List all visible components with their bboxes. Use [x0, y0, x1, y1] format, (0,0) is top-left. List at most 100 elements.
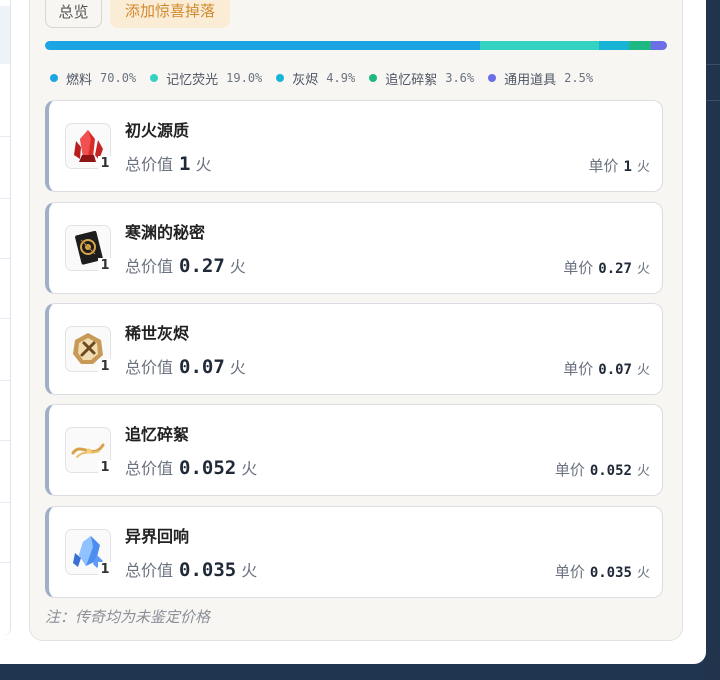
legend-percent: 2.5%	[564, 71, 594, 85]
legend-dot	[50, 74, 58, 82]
category-legend: 燃料 70.0% 记忆荧光 19.0% 灰烬 4.9% 追忆碎絮 3.6% 通用道具 2.5%	[50, 68, 668, 88]
item-count: 1	[98, 258, 112, 274]
category-share-bar	[45, 41, 667, 50]
background-divider	[706, 64, 720, 65]
currency-label: 火	[636, 363, 650, 378]
currency-label: 火	[636, 464, 650, 479]
side-list-divider	[0, 562, 10, 563]
item-count: 1	[98, 562, 112, 578]
unit-label: 单价	[554, 563, 585, 581]
currency-label: 火	[636, 262, 650, 277]
legend-name: 灰烬	[292, 72, 319, 88]
item-total-value: 总价值 1 火	[125, 151, 211, 175]
item-count: 1	[98, 156, 112, 172]
side-list-panel	[0, 0, 11, 636]
legend-dot	[276, 74, 285, 82]
share-segment	[480, 41, 599, 50]
unit-amount: 0.052	[589, 463, 632, 479]
item-unit-price: 单价 0.27 火	[563, 257, 650, 278]
item-unit-price: 单价 1 火	[589, 155, 650, 176]
total-label: 总价值	[125, 459, 174, 478]
total-amount: 1	[179, 153, 191, 175]
unit-amount: 0.035	[589, 565, 632, 581]
item-total-value: 总价值 0.052 火	[125, 455, 257, 479]
item-icon-frame: 1	[65, 427, 112, 476]
legend-name: 记忆荧光	[166, 72, 219, 88]
drop-item-card[interactable]: 1 初火源质 总价值 1 火单价 1 火	[45, 100, 663, 192]
unit-amount: 0.27	[598, 261, 632, 277]
unit-label: 单价	[554, 461, 585, 479]
tab-add-surprise-drop[interactable]: 添加惊喜掉落	[110, 0, 230, 28]
unit-amount: 0.07	[598, 362, 632, 378]
share-segment	[629, 41, 652, 50]
legend-item: 记忆荧光 19.0%	[150, 68, 262, 88]
legend-item: 通用道具 2.5%	[488, 68, 593, 88]
item-name: 追忆碎絮	[125, 425, 190, 444]
legend-name: 通用道具	[504, 72, 557, 88]
item-total-value: 总价值 0.07 火	[125, 354, 246, 378]
item-icon-frame: 1	[65, 529, 112, 578]
side-list-divider	[0, 198, 10, 199]
unit-label: 单价	[563, 259, 594, 277]
unit-amount: 1	[623, 159, 632, 175]
drop-item-card[interactable]: 1 寒渊的秘密 总价值 0.27 火单价 0.27 火	[45, 202, 663, 294]
drop-item-card[interactable]: 1 异界回响总价值 0.035 火单价 0.035 火	[45, 506, 663, 598]
total-label: 总价值	[125, 561, 174, 580]
currency-label: 火	[195, 155, 212, 174]
currency-label: 火	[636, 160, 650, 175]
item-icon-frame: 1	[65, 225, 112, 274]
background-strip	[706, 0, 720, 680]
item-icon-frame: 1	[65, 326, 112, 375]
side-list-selected-item[interactable]	[0, 6, 10, 64]
item-unit-price: 单价 0.035 火	[555, 561, 650, 582]
unit-label: 单价	[563, 360, 594, 378]
total-label: 总价值	[125, 358, 174, 377]
legend-dot	[488, 74, 497, 82]
share-segment	[598, 41, 630, 50]
side-list-divider	[0, 258, 10, 259]
drop-item-card[interactable]: 1 追忆碎絮 总价值 0.052 火单价 0.052 火	[45, 404, 663, 496]
item-name: 初火源质	[125, 121, 190, 140]
item-count: 1	[98, 460, 112, 476]
item-unit-price: 单价 0.052 火	[555, 459, 650, 480]
item-unit-price: 单价 0.07 火	[563, 358, 650, 379]
currency-label: 火	[636, 566, 650, 581]
legend-name: 追忆碎絮	[385, 72, 438, 88]
item-total-value: 总价值 0.035 火	[125, 557, 257, 581]
legend-dot	[150, 74, 159, 82]
legend-item: 追忆碎絮 3.6%	[369, 68, 474, 88]
item-total-value: 总价值 0.27 火	[125, 253, 246, 277]
legend-item: 燃料 70.0%	[50, 68, 136, 88]
legend-percent: 3.6%	[445, 71, 475, 85]
price-note: 注：传奇均为未鉴定价格	[45, 608, 211, 626]
legend-percent: 70.0%	[100, 71, 137, 85]
share-segment	[45, 41, 481, 50]
currency-label: 火	[229, 257, 246, 276]
background-divider	[706, 100, 720, 101]
share-segment	[651, 41, 667, 50]
item-name: 异界回响	[125, 527, 190, 546]
total-label: 总价值	[125, 257, 174, 276]
currency-label: 火	[229, 358, 246, 377]
currency-label: 火	[241, 459, 258, 478]
side-list-divider	[0, 380, 10, 381]
total-label: 总价值	[125, 155, 174, 174]
side-list-divider	[0, 502, 10, 503]
total-amount: 0.052	[179, 457, 237, 479]
side-list-divider	[0, 440, 10, 441]
total-amount: 0.035	[179, 559, 237, 581]
legend-percent: 4.9%	[326, 71, 356, 85]
unit-label: 单价	[588, 157, 619, 175]
side-list-divider	[0, 318, 10, 319]
legend-percent: 19.0%	[226, 71, 263, 85]
legend-name: 燃料	[66, 72, 93, 88]
legend-item: 灰烬 4.9%	[276, 68, 355, 88]
item-count: 1	[98, 359, 112, 375]
item-name: 稀世灰烬	[125, 324, 190, 343]
tab-overview[interactable]: 总览	[45, 0, 102, 28]
total-amount: 0.07	[179, 356, 225, 378]
drop-item-card[interactable]: 1 稀世灰烬 总价值 0.07 火单价 0.07 火	[45, 303, 663, 395]
total-amount: 0.27	[179, 255, 225, 277]
item-icon-frame: 1	[65, 123, 112, 172]
side-list-divider	[0, 136, 10, 137]
